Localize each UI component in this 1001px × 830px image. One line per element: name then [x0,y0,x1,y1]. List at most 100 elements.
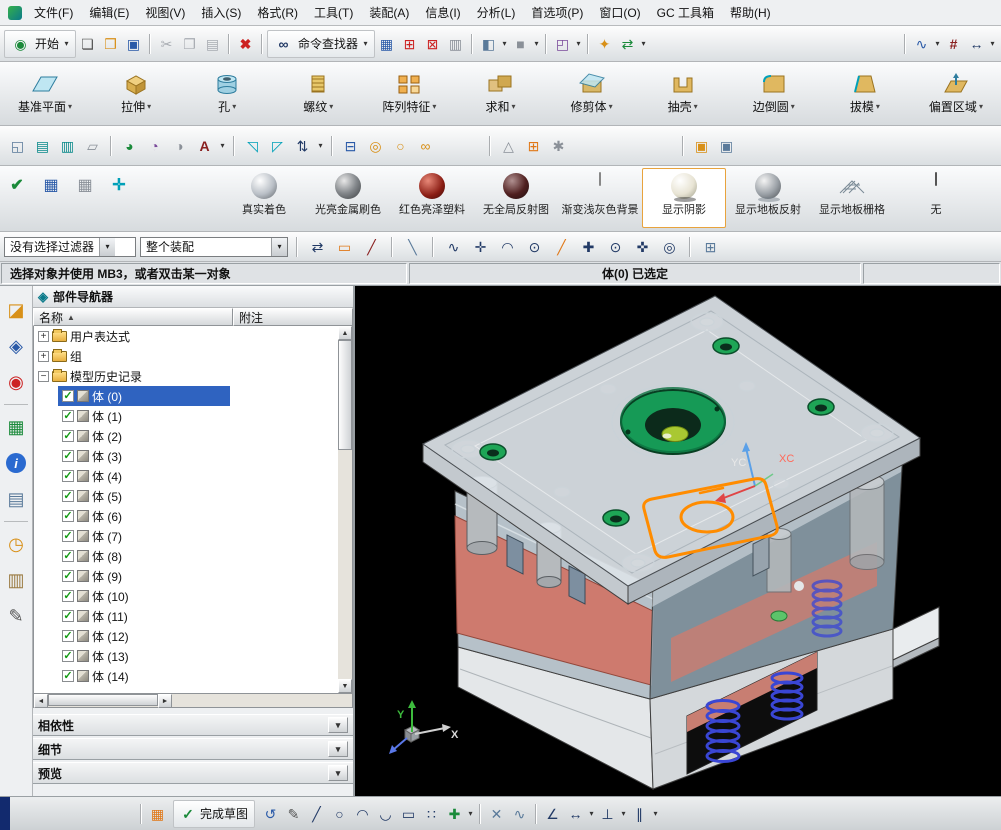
trim-icon[interactable]: ✕ [485,803,508,825]
paste-icon[interactable]: ▤ [201,33,224,55]
tree-folder-user-expressions[interactable]: + 用户表达式 [34,326,338,346]
drafting-sheet-icon[interactable]: ▱ [81,135,104,157]
tree-folder-model-history[interactable]: − 模型历史记录 [34,366,338,386]
checkbox-icon[interactable]: ✓ [62,650,74,662]
print-icon[interactable]: ▥ [444,33,467,55]
angle-icon[interactable]: ∠ [541,803,564,825]
snap-control-point-icon[interactable]: ✛ [469,236,492,258]
layer-category-icon[interactable]: ▥ [56,135,79,157]
shell-dropdown[interactable]: ▾ [694,102,698,111]
annotation-dropdown[interactable]: ▾ [218,141,227,150]
horizontal-scrollbar[interactable]: ◄ ► [33,694,353,708]
circle-icon[interactable]: ○ [328,803,351,825]
undo-icon[interactable]: ↺ [259,803,282,825]
line-icon[interactable]: ╱ [305,803,328,825]
section-dependencies[interactable]: 相依性 ▾ [33,714,353,736]
command-finder-button[interactable]: ∞ 命令查找器 ▾ [267,29,376,58]
column-note[interactable]: 附注 [233,308,353,326]
scroll-down-button[interactable]: ▼ [338,679,352,693]
checkbox-icon[interactable]: ✓ [62,630,74,642]
shaded-view-icon[interactable]: ◕ [118,135,141,157]
measure-icon[interactable]: ↔ [965,33,988,55]
menu-file[interactable]: 文件(F) [26,1,81,24]
tree-item-body-1[interactable]: ✓ 体 (1) [34,406,338,426]
tree-item-body-14[interactable]: ✓ 体 (14) [34,666,338,686]
feature-edge-blend[interactable]: 边倒圆 ▾ [735,65,813,123]
spline-icon[interactable]: ∿ [508,803,531,825]
feature-extrude[interactable]: 拉伸 ▾ [97,65,175,123]
link-icon[interactable]: ∞ [414,135,437,157]
scroll-left-button[interactable]: ◄ [34,694,48,708]
snap-arc-icon[interactable]: ◠ [496,236,519,258]
checkbox-icon[interactable]: ✓ [62,410,74,422]
scroll-up-button[interactable]: ▲ [338,326,352,340]
cascade-dropdown[interactable]: ▾ [574,39,583,48]
display-mode-dropdown[interactable]: ▾ [532,39,541,48]
checkbox-icon[interactable]: ✓ [62,570,74,582]
render-style-icon[interactable]: ◑ [168,135,191,157]
layer-settings-icon[interactable]: ▤ [31,135,54,157]
expressions-db-icon[interactable]: ⊟ [339,135,362,157]
constraint-dropdown[interactable]: ▾ [619,809,628,818]
tree-item-body-3[interactable]: ✓ 体 (3) [34,446,338,466]
menu-insert[interactable]: 插入(S) [193,1,249,24]
cut-icon[interactable]: ✂ [155,33,178,55]
dimension-dropdown[interactable]: ▾ [587,809,596,818]
datum-axis-small-icon[interactable]: ◸ [266,135,289,157]
extrude-dropdown[interactable]: ▾ [147,102,151,111]
capture-region-icon[interactable]: ⊠ [421,33,444,55]
render-no-reflection[interactable]: 无全局反射图 [474,168,558,228]
clock-icon[interactable]: ◷ [3,531,29,557]
annotation-icon[interactable]: A [193,135,216,157]
scroll-right-button[interactable]: ► [158,694,172,708]
arc2-icon[interactable]: ◡ [374,803,397,825]
selection-filter-dropdown[interactable]: 没有选择过滤器 ▾ [4,236,136,257]
export-dropdown[interactable]: ▾ [639,39,648,48]
column-name[interactable]: 名称 ▲ [33,308,233,326]
snap-two-point-icon[interactable]: ⇄ [306,236,329,258]
copy-icon[interactable]: ❐ [178,33,201,55]
tree-item-body-13[interactable]: ✓ 体 (13) [34,646,338,666]
gears-icon[interactable]: ✱ [547,135,570,157]
cascade-window-icon[interactable]: ◰ [551,33,574,55]
feature-offset-region[interactable]: 偏置区域 ▾ [917,65,995,123]
grid-plus-icon[interactable]: ⊞ [522,135,545,157]
thread-dropdown[interactable]: ▾ [329,102,333,111]
coins-icon[interactable]: ◎ [364,135,387,157]
snap-end-point-icon[interactable]: ╱ [360,236,383,258]
render-true-shading[interactable]: 真实着色 [222,168,306,228]
checkbox-icon[interactable]: ✓ [62,590,74,602]
checkbox-icon[interactable]: ✓ [62,510,74,522]
checkbox-icon[interactable]: ✓ [62,530,74,542]
notes-icon[interactable]: ▥ [3,567,29,593]
tree-item-body-8[interactable]: ✓ 体 (8) [34,546,338,566]
sort-icon[interactable]: ⇅ [291,135,314,157]
sketch-grid-icon[interactable]: ▦ [146,803,169,825]
spark-icon[interactable]: ✦ [593,33,616,55]
dimension-linear-icon[interactable]: ↔ [564,803,587,825]
command-finder-dropdown[interactable]: ▾ [361,39,370,48]
datum-plane-small-icon[interactable]: ◹ [241,135,264,157]
feature-draft[interactable]: 拔模 ▾ [826,65,904,123]
sketch-check-icon[interactable]: ✔ [4,174,30,198]
assembly-navigator-icon[interactable]: ◪ [3,297,29,323]
constraint-perpendicular-icon[interactable]: ⊥ [596,803,619,825]
tree-item-body-4[interactable]: ✓ 体 (4) [34,466,338,486]
snap-point-on-curve-icon[interactable]: ╱ [550,236,573,258]
menu-preferences[interactable]: 首选项(P) [523,1,591,24]
render-floor-grid[interactable]: 显示地板栅格 [810,168,894,228]
open-icon[interactable]: ❒ [99,33,122,55]
checkbox-icon[interactable]: ✓ [62,670,74,682]
menu-gc-toolbox[interactable]: GC 工具箱 [649,1,722,24]
snap-quadrant-icon[interactable]: ✜ [631,236,654,258]
snap-curve-icon[interactable]: ∿ [442,236,465,258]
draft-dropdown[interactable]: ▾ [876,102,880,111]
unite-dropdown[interactable]: ▾ [511,102,515,111]
scrollbar-thumb[interactable] [338,340,352,450]
expand-details-button[interactable]: ▾ [328,741,348,757]
menu-assemblies[interactable]: 装配(A) [361,1,417,24]
expander-icon[interactable]: − [38,370,49,382]
scrollbar-thumb-horizontal[interactable] [48,694,158,706]
trim-body-dropdown[interactable]: ▾ [609,102,613,111]
datum-plane-dropdown[interactable]: ▾ [68,102,72,111]
